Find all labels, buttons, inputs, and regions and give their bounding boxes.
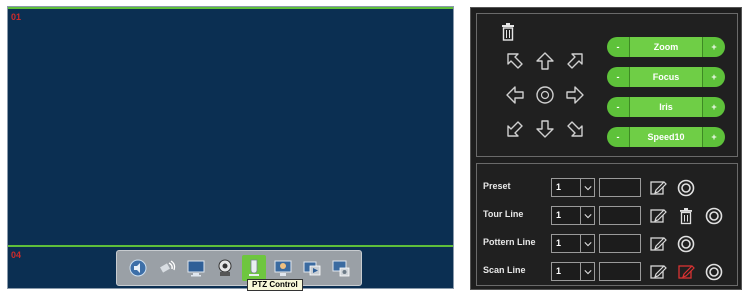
speaker-icon[interactable]: [126, 255, 150, 281]
arrow-down-left-icon[interactable]: [504, 118, 526, 140]
video-toolbar: [116, 250, 362, 286]
zoom-label: Zoom: [629, 37, 703, 57]
goto-icon[interactable]: [677, 235, 695, 253]
chevron-down-icon: [580, 179, 594, 196]
goto-icon[interactable]: [705, 207, 723, 225]
preset-select-value: 1: [556, 182, 562, 192]
trash-icon[interactable]: [677, 207, 695, 225]
edit-icon[interactable]: [649, 235, 667, 253]
video-split-line: [8, 245, 453, 247]
speed-label: Speed10: [629, 127, 703, 147]
pattern-line-select-value: 1: [556, 238, 562, 248]
ptz-bulb-icon[interactable]: [241, 255, 266, 281]
scan-line-row: Scan Line 1: [483, 262, 733, 282]
edit-icon[interactable]: [649, 207, 667, 225]
arrow-right-icon[interactable]: [564, 84, 586, 106]
scan-line-select[interactable]: 1: [551, 262, 595, 281]
preset-row: Preset 1: [483, 178, 733, 198]
zoom-plus-button[interactable]: +: [703, 37, 725, 57]
pattern-line-select[interactable]: 1: [551, 234, 595, 253]
preset-select[interactable]: 1: [551, 178, 595, 197]
chevron-down-icon: [580, 263, 594, 280]
zoom-minus-button[interactable]: -: [607, 37, 629, 57]
focus-minus-button[interactable]: -: [607, 67, 629, 87]
scan-line-input[interactable]: [599, 262, 641, 281]
focus-control: - Focus +: [607, 67, 725, 87]
tour-line-row: Tour Line 1: [483, 206, 733, 226]
arrow-up-left-icon[interactable]: [504, 50, 526, 72]
tour-line-label: Tour Line: [483, 209, 524, 219]
arrow-up-icon[interactable]: [534, 50, 556, 72]
video-camera-icon[interactable]: [213, 255, 237, 281]
pattern-line-input[interactable]: [599, 234, 641, 253]
arrow-down-icon[interactable]: [534, 118, 556, 140]
arrow-up-right-icon[interactable]: [564, 50, 586, 72]
chevron-down-icon: [580, 235, 594, 252]
iris-minus-button[interactable]: -: [607, 97, 629, 117]
preset-section: Preset 1 Tour Line 1 Pottern Line 1 Scan…: [476, 163, 738, 286]
zoom-control: - Zoom +: [607, 37, 725, 57]
scan-line-select-value: 1: [556, 266, 562, 276]
iris-label: Iris: [629, 97, 703, 117]
focus-label: Focus: [629, 67, 703, 87]
scan-line-label: Scan Line: [483, 265, 526, 275]
record-icon[interactable]: [329, 255, 353, 281]
tooltip: PTZ Control: [247, 279, 303, 291]
preset-input[interactable]: [599, 178, 641, 197]
pattern-line-row: Pottern Line 1: [483, 234, 733, 254]
focus-plus-button[interactable]: +: [703, 67, 725, 87]
edit-icon[interactable]: [649, 179, 667, 197]
arrow-down-right-icon[interactable]: [564, 118, 586, 140]
iris-control: - Iris +: [607, 97, 725, 117]
speed-plus-button[interactable]: +: [703, 127, 725, 147]
video-preview[interactable]: 01 04: [7, 6, 454, 289]
video-top-border: [8, 7, 453, 9]
monitor-icon[interactable]: [184, 255, 208, 281]
display-settings-icon[interactable]: [271, 255, 295, 281]
speed-minus-button[interactable]: -: [607, 127, 629, 147]
channel-label-bottom: 04: [11, 250, 22, 260]
chevron-down-icon: [580, 207, 594, 224]
trash-icon[interactable]: [501, 23, 515, 41]
tour-line-select-value: 1: [556, 210, 562, 220]
playback-icon[interactable]: [300, 255, 324, 281]
goto-icon[interactable]: [705, 263, 723, 281]
tour-line-select[interactable]: 1: [551, 206, 595, 225]
iris-plus-button[interactable]: +: [703, 97, 725, 117]
tour-line-input[interactable]: [599, 206, 641, 225]
channel-label-top: 01: [11, 12, 22, 22]
preset-label: Preset: [483, 181, 511, 191]
ptz-control-panel: - Zoom + - Focus + - Iris + - Speed10 + …: [470, 7, 742, 290]
goto-icon[interactable]: [677, 179, 695, 197]
speed-control: - Speed10 +: [607, 127, 725, 147]
edit-red-icon[interactable]: [677, 263, 695, 281]
pattern-line-label: Pottern Line: [483, 237, 536, 247]
satellite-icon[interactable]: [155, 255, 179, 281]
edit-icon[interactable]: [649, 263, 667, 281]
arrow-left-icon[interactable]: [504, 84, 526, 106]
ptz-direction-section: - Zoom + - Focus + - Iris + - Speed10 +: [476, 13, 738, 157]
center-icon[interactable]: [534, 84, 556, 106]
